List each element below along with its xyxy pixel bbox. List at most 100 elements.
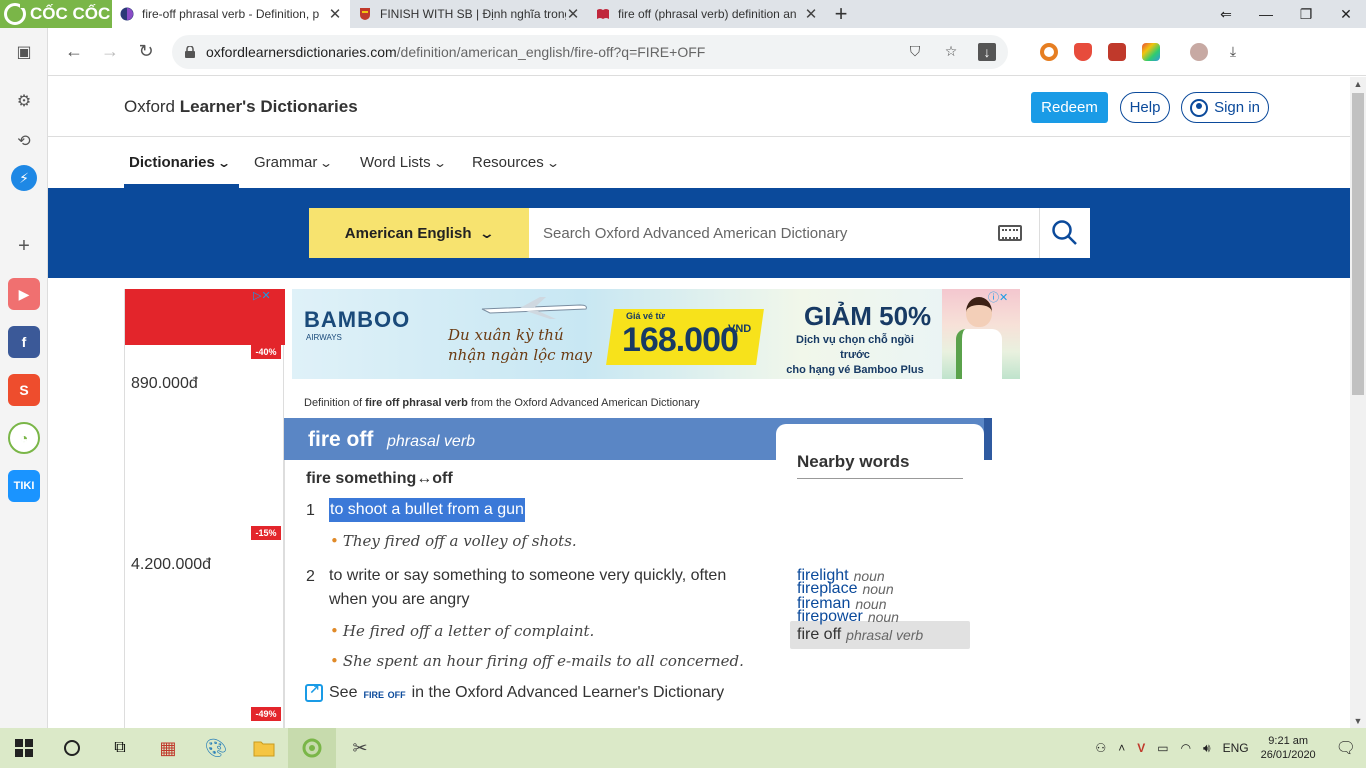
close-tab-icon[interactable]: ✕ [804, 5, 818, 23]
close-tab-icon[interactable]: ✕ [566, 5, 580, 23]
window-controls: ⇐ — ❐ ✕ [1206, 0, 1366, 28]
clock[interactable]: 9:21 am 26/01/2020 [1261, 734, 1316, 762]
settings-gear-icon[interactable]: ⚙ [12, 89, 36, 113]
address-bar-row: ← → ↻ oxfordlearnersdictionaries.com/def… [48, 28, 1366, 76]
url-host: oxfordlearnersdictionaries.com [206, 43, 397, 60]
menu-grammar[interactable]: Grammar ⌄ [254, 154, 334, 171]
banner-ad[interactable]: BAMBOO AIRWAYS Du xuân kỳ thú nhận ngàn l… [292, 289, 1020, 379]
main-menu: Dictionaries ⌄ Grammar ⌄ Word Lists ⌄ Resou… [48, 138, 1350, 188]
close-window-icon[interactable]: ✕ [1326, 0, 1366, 28]
ad-price: 890.000đ [131, 375, 198, 392]
messenger-icon[interactable]: ⚡ [11, 165, 37, 191]
nearby-word-link[interactable]: fireplace noun [790, 575, 970, 603]
extension-color-icon[interactable] [1142, 42, 1160, 61]
adchoices-icon[interactable]: ⓘ✕ [988, 289, 1008, 305]
sidebar-toggle-icon[interactable]: ▣ [12, 40, 36, 64]
adchoices-icon[interactable]: ▷✕ [253, 289, 271, 302]
download-video-icon[interactable]: ↓ [978, 42, 996, 61]
history-icon[interactable]: ⟲ [12, 129, 36, 153]
extension-shield-icon[interactable] [1074, 42, 1092, 61]
coccoc-app-icon[interactable]: ◔ [8, 422, 40, 454]
banner-sale: GIẢM 50% [804, 301, 932, 331]
bookmark-star-icon[interactable]: ☆ [942, 43, 960, 61]
bullet-icon: • [330, 532, 339, 550]
snipping-tool-icon[interactable]: ✂ [336, 728, 384, 768]
search-button[interactable] [1039, 208, 1090, 258]
people-icon[interactable]: ⚇ [1095, 741, 1106, 755]
phrasal-pattern: fire something↔off [306, 470, 453, 487]
menu-word-lists[interactable]: Word Lists ⌄ [360, 154, 447, 171]
new-tab-button[interactable]: + [826, 0, 856, 28]
language-indicator[interactable]: ENG [1223, 741, 1249, 755]
app-grid-icon[interactable]: ▦ [144, 728, 192, 768]
browser-tab[interactable]: fire-off phrasal verb - Definition, p ✕ [112, 0, 350, 28]
nearby-word-link[interactable]: firepower noun [790, 603, 970, 631]
site-logo[interactable]: Oxford Learner's Dictionaries [124, 97, 358, 117]
coccoc-logo[interactable]: CỐC CỐC [0, 0, 112, 28]
banner-slogan-line: Du xuân kỳ thú [448, 326, 564, 344]
dictionary-select[interactable]: American English ⌄ [309, 208, 529, 258]
scroll-down-icon[interactable]: ▼ [1350, 716, 1366, 726]
cortana-search-icon[interactable] [48, 728, 96, 768]
redeem-button[interactable]: Redeem [1031, 92, 1108, 123]
web-page: Oxford Learner's Dictionaries Redeem Hel… [48, 77, 1350, 728]
menu-dictionaries[interactable]: Dictionaries ⌄ [129, 154, 231, 171]
notifications-icon[interactable]: 🗨︎ [1336, 738, 1356, 758]
url-bar[interactable]: oxfordlearnersdictionaries.com/definitio… [172, 34, 1008, 69]
model-body [956, 329, 1002, 379]
battery-icon[interactable]: ▭ [1157, 741, 1168, 755]
search-input[interactable] [529, 208, 1039, 258]
downloads-icon[interactable]: ⤓ [1224, 43, 1242, 61]
see-word: fire off [363, 685, 406, 701]
chevron-down-icon: ⌄ [319, 155, 334, 170]
task-view-icon[interactable]: ⧉ [96, 728, 144, 768]
extension-red-icon[interactable] [1108, 42, 1126, 61]
file-explorer-icon[interactable] [240, 728, 288, 768]
banner-currency: VND [728, 323, 752, 335]
menu-label: Resources [472, 154, 544, 171]
coccoc-taskbar-icon[interactable] [288, 728, 336, 768]
close-tab-icon[interactable]: ✕ [328, 5, 342, 23]
definition-source: Definition of fire off phrasal verb from… [304, 397, 700, 409]
youtube-icon[interactable]: ▶ [8, 278, 40, 310]
keyboard-icon[interactable] [998, 225, 1022, 241]
browser-tab[interactable]: FINISH WITH SB | Định nghĩa trong ✕ [350, 0, 588, 28]
minimize-icon[interactable]: — [1246, 0, 1286, 28]
banner-sale-sub: Dịch vụ chọn chỗ ngồi trước cho hạng vé B… [780, 333, 930, 378]
restore-icon[interactable]: ❐ [1286, 0, 1326, 28]
add-app-icon[interactable]: + [12, 234, 36, 258]
tab-list-icon[interactable]: ⇐ [1206, 0, 1246, 28]
reload-icon[interactable]: ↻ [128, 34, 164, 70]
example-text: He fired off a letter of complaint. [342, 622, 595, 640]
shopee-icon[interactable]: S [8, 374, 40, 406]
menu-resources[interactable]: Resources ⌄ [472, 154, 560, 171]
windows-taskbar: ⧉ ▦ 🎨︎ ✂ ⚇ ˄ V ▭ ◠ 🔊︎ ENG 9:21 am 26/01/… [0, 728, 1366, 768]
example-sentence: • They fired off a volley of shots. [330, 532, 577, 550]
show-hidden-icons[interactable]: ˄ [1118, 741, 1125, 755]
sidebar-ad[interactable]: ▷✕ -40% 890.000đ -15% 4.200.000đ -49% [124, 289, 285, 728]
facebook-icon[interactable]: f [8, 326, 40, 358]
wifi-icon[interactable]: ◠ [1181, 741, 1191, 755]
extension-orange-icon[interactable] [1040, 42, 1058, 61]
scroll-up-icon[interactable]: ▲ [1350, 79, 1366, 89]
sign-in-button[interactable]: Sign in [1181, 92, 1269, 123]
tiki-icon[interactable]: TIKI [8, 470, 40, 502]
browser-tab[interactable]: fire off (phrasal verb) definition an ✕ [588, 0, 826, 28]
menu-label: Dictionaries [129, 154, 215, 171]
shield-icon[interactable]: ⛉ [906, 43, 924, 61]
windows-start-icon[interactable] [0, 728, 48, 768]
paint-icon[interactable]: 🎨︎ [192, 728, 240, 768]
profile-avatar[interactable] [1190, 42, 1208, 61]
scroll-thumb[interactable] [1352, 93, 1364, 395]
forward-icon[interactable]: → [92, 34, 128, 70]
help-button[interactable]: Help [1120, 92, 1170, 123]
back-icon[interactable]: ← [56, 34, 92, 70]
banner-slogan-line: nhận ngàn lộc may [448, 346, 592, 364]
search-band: American English ⌄ [48, 188, 1350, 278]
example-sentence: • She spent an hour firing off e-mails to… [330, 652, 744, 670]
volume-icon[interactable]: 🔊︎ [1203, 741, 1211, 756]
external-link-icon [305, 682, 323, 702]
see-also-link[interactable]: See fire off in the Oxford Advanced Lear… [305, 682, 724, 702]
antivirus-icon[interactable]: V [1137, 741, 1145, 755]
page-scrollbar[interactable]: ▲ ▼ [1350, 77, 1366, 728]
